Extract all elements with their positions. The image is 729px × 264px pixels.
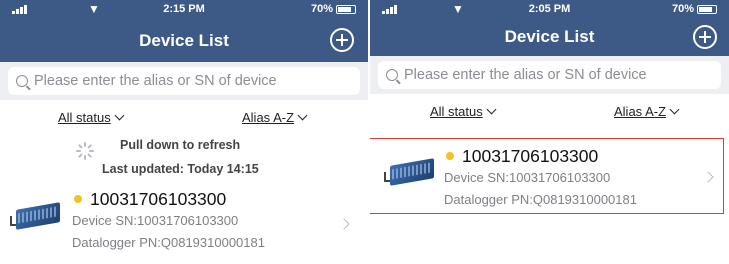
datalogger-pn: Datalogger PN:Q0819310000181 [72, 235, 265, 250]
chevron-right-icon [338, 218, 350, 230]
status-bar: ▼ 2:05 PM 70% [370, 0, 729, 20]
sort-filter-label: Alias A-Z [242, 110, 295, 125]
device-list-screen-left: ▼ 2:15 PM 70% Device List Please enter t… [0, 0, 368, 264]
device-alias: 10031706103300 [90, 189, 227, 209]
search-bar: Please enter the alias or SN of device [370, 56, 729, 94]
app-header: ▼ 2:15 PM 70% Device List [0, 0, 368, 62]
chevron-down-icon [114, 110, 125, 121]
device-alias: 10031706103300 [462, 146, 599, 166]
search-icon [16, 75, 28, 87]
chevron-right-icon [702, 171, 714, 183]
search-placeholder: Please enter the alias or SN of device [34, 73, 277, 89]
pull-to-refresh-text: Pull down to refresh [120, 138, 241, 152]
battery-percent: 70% [671, 3, 694, 15]
device-list-screen-right: ▼ 2:05 PM 70% Device List Please enter t… [370, 0, 729, 264]
chevron-down-icon [486, 104, 497, 115]
device-list-item[interactable]: 10031706103300 Device SN:10031706103300 … [0, 186, 368, 256]
battery-icon [697, 4, 717, 14]
chevron-down-icon [297, 110, 308, 121]
page-title: Device List [504, 27, 595, 46]
battery-indicator: 70% [311, 3, 356, 15]
datalogger-pn: Datalogger PN:Q0819310000181 [444, 192, 637, 207]
filter-bar: All status Alias A-Z [0, 100, 368, 134]
sort-filter[interactable]: Alias A-Z [242, 110, 308, 125]
search-input[interactable]: Please enter the alias or SN of device [378, 61, 721, 89]
filter-bar: All status Alias A-Z [370, 94, 729, 128]
status-dot [74, 195, 82, 203]
add-icon[interactable] [330, 28, 354, 52]
search-bar: Please enter the alias or SN of device [0, 62, 368, 100]
sort-filter-label: Alias A-Z [614, 104, 667, 119]
battery-percent: 70% [310, 3, 333, 15]
status-filter-label: All status [430, 104, 483, 119]
spinner-icon [76, 142, 94, 160]
pull-to-refresh: Pull down to refresh Last updated: Today… [0, 134, 368, 186]
device-list-item[interactable]: 10031706103300 Device SN:10031706103300 … [370, 140, 722, 210]
device-sn: Device SN:10031706103300 [444, 170, 611, 185]
status-bar: ▼ 2:15 PM 70% [0, 0, 368, 20]
inverter-device-icon [10, 200, 64, 230]
status-filter[interactable]: All status [430, 104, 497, 119]
status-filter[interactable]: All status [58, 110, 125, 125]
battery-indicator: 70% [672, 3, 717, 15]
app-header: ▼ 2:05 PM 70% Device List [370, 0, 729, 56]
search-placeholder: Please enter the alias or SN of device [404, 67, 647, 83]
sort-filter[interactable]: Alias A-Z [614, 104, 680, 119]
battery-icon [336, 4, 356, 14]
search-icon [386, 69, 398, 81]
inverter-device-icon [384, 156, 438, 186]
last-updated-text: Last updated: Today 14:15 [102, 162, 259, 176]
status-filter-label: All status [58, 110, 111, 125]
status-dot [446, 152, 454, 160]
search-input[interactable]: Please enter the alias or SN of device [8, 67, 360, 95]
chevron-down-icon [669, 104, 680, 115]
add-icon[interactable] [693, 25, 717, 49]
page-title: Device List [139, 31, 229, 50]
device-sn: Device SN:10031706103300 [72, 213, 239, 228]
